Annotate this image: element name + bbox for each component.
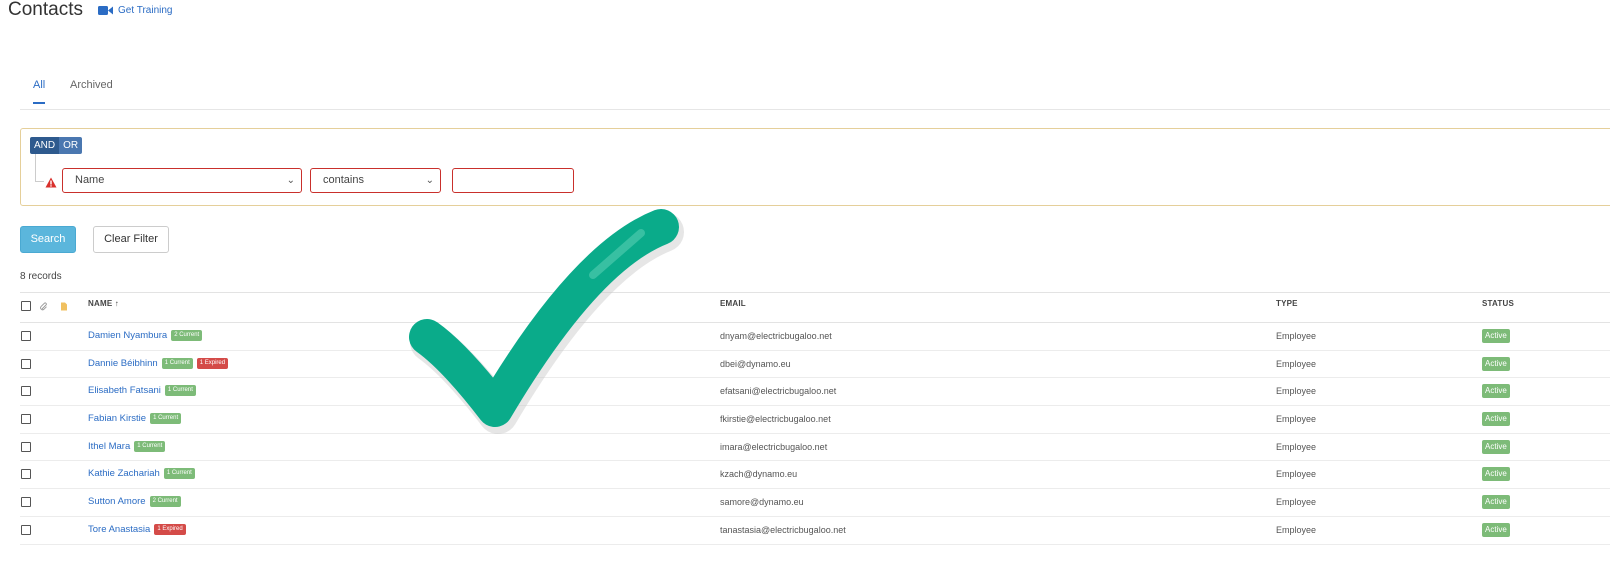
name-cell: Kathie Zachariah 1 Current — [88, 468, 195, 480]
warning-triangle-icon — [45, 175, 57, 193]
column-header-status[interactable]: STATUS — [1482, 299, 1514, 308]
column-header-name[interactable]: NAME ↑ — [88, 299, 119, 308]
get-training-label: Get Training — [118, 5, 173, 16]
document-icon — [60, 298, 68, 316]
table-row[interactable]: Fabian Kirstie 1 Current fkirstie@electric… — [20, 406, 1610, 434]
filter-field-select[interactable]: Name ⌄ — [62, 168, 302, 193]
status-badge: Active — [1482, 439, 1510, 454]
table-row[interactable]: Sutton Amore 2 Current samore@dynamo.eu Emp… — [20, 489, 1610, 517]
chevron-down-icon: ⌄ — [286, 175, 295, 186]
filter-operator-select[interactable]: contains ⌄ — [310, 168, 441, 193]
status-badge: Active — [1482, 495, 1510, 510]
contact-name-link[interactable]: Sutton Amore — [88, 496, 146, 507]
email-cell: dnyam@electricbugaloo.net — [720, 331, 832, 341]
page-title: Contacts — [8, 0, 83, 20]
type-cell: Employee — [1276, 414, 1317, 425]
contact-name-link[interactable]: Dannie Béibhinn — [88, 358, 158, 369]
tab-all[interactable]: All — [33, 79, 46, 104]
current-badge: 1 Current — [161, 357, 193, 369]
filter-builder: AND OR Name ⌄ contains ⌄ — [20, 128, 1610, 206]
status-badge: Active — [1482, 412, 1510, 427]
type-cell: Employee — [1276, 358, 1317, 369]
contact-name-link[interactable]: Fabian Kirstie — [88, 413, 146, 424]
table-row[interactable]: Damien Nyambura 2 Current dnyam@electricbu… — [20, 323, 1610, 351]
filter-value-input[interactable] — [452, 168, 574, 193]
clear-filter-button[interactable]: Clear Filter — [93, 226, 169, 253]
get-training-link[interactable]: Get Training — [98, 5, 172, 16]
row-checkbox[interactable] — [21, 386, 31, 397]
status-badge: Active — [1482, 329, 1510, 343]
table-body: Damien Nyambura 2 Current dnyam@electricbu… — [20, 323, 1610, 545]
name-cell: Sutton Amore 2 Current — [88, 496, 181, 508]
tab-archived[interactable]: Archived — [70, 79, 113, 102]
row-checkbox[interactable] — [21, 497, 31, 508]
type-cell: Employee — [1276, 524, 1317, 535]
records-count: 8 records — [20, 271, 62, 282]
status-badge: Active — [1482, 522, 1510, 537]
email-cell: fkirstie@electricbugaloo.net — [720, 414, 831, 425]
column-header-type[interactable]: TYPE — [1276, 299, 1298, 308]
name-cell: Tore Anastasia 1 Expired — [88, 523, 186, 535]
table-row[interactable]: Kathie Zachariah 1 Current kzach@dynamo.eu… — [20, 461, 1610, 490]
or-button[interactable]: OR — [59, 137, 83, 154]
row-checkbox[interactable] — [21, 441, 31, 452]
contact-name-link[interactable]: Damien Nyambura — [88, 330, 167, 341]
row-checkbox[interactable] — [21, 524, 31, 535]
email-cell: efatsani@electricbugaloo.net — [720, 386, 837, 397]
name-cell: Damien Nyambura 2 Current — [88, 330, 203, 341]
current-badge: 1 Current — [164, 385, 196, 397]
search-button[interactable]: Search — [20, 226, 76, 253]
current-badge: 1 Current — [150, 413, 182, 425]
filter-operator-value: contains — [323, 174, 364, 186]
email-cell: dbei@dynamo.eu — [720, 358, 791, 369]
table-row[interactable]: Elisabeth Fatsani 1 Current efatsani@elect… — [20, 378, 1610, 407]
expired-badge: 1 Expired — [196, 357, 229, 369]
name-cell: Elisabeth Fatsani 1 Current — [88, 385, 196, 397]
type-cell: Employee — [1276, 386, 1317, 397]
contact-name-link[interactable]: Kathie Zachariah — [88, 468, 160, 479]
email-cell: kzach@dynamo.eu — [720, 469, 798, 480]
paperclip-icon — [40, 298, 48, 316]
status-badge: Active — [1482, 356, 1510, 371]
logic-toggle: AND OR — [30, 137, 83, 154]
video-camera-icon — [98, 5, 113, 16]
row-checkbox[interactable] — [21, 469, 31, 480]
type-cell: Employee — [1276, 441, 1317, 452]
filter-field-value: Name — [75, 174, 105, 186]
type-cell: Employee — [1276, 331, 1317, 341]
status-badge: Active — [1482, 467, 1510, 482]
contact-name-link[interactable]: Elisabeth Fatsani — [88, 385, 161, 396]
filter-tree-line — [35, 154, 44, 182]
and-button[interactable]: AND — [30, 137, 60, 154]
row-checkbox[interactable] — [21, 331, 31, 341]
name-cell: Ithel Mara 1 Current — [88, 440, 166, 452]
table-row[interactable]: Tore Anastasia 1 Expired tanastasia@electr… — [20, 517, 1610, 545]
type-cell: Employee — [1276, 469, 1317, 480]
chevron-down-icon: ⌄ — [425, 175, 434, 186]
name-cell: Dannie Béibhinn 1 Current 1 Expired — [88, 357, 229, 369]
contact-name-link[interactable]: Tore Anastasia — [88, 524, 150, 535]
email-cell: tanastasia@electricbugaloo.net — [720, 524, 846, 535]
table-header: NAME ↑ EMAIL TYPE STATUS — [20, 292, 1610, 323]
column-header-email[interactable]: EMAIL — [720, 299, 746, 308]
table-row[interactable]: Dannie Béibhinn 1 Current 1 Expired dbei@dy… — [20, 351, 1610, 379]
contact-name-link[interactable]: Ithel Mara — [88, 441, 130, 452]
current-badge: 2 Current — [171, 330, 203, 341]
status-badge: Active — [1482, 384, 1510, 399]
row-checkbox[interactable] — [21, 358, 31, 369]
type-cell: Employee — [1276, 497, 1317, 508]
expired-badge: 1 Expired — [154, 523, 186, 535]
current-badge: 1 Current — [134, 440, 166, 452]
row-checkbox[interactable] — [21, 414, 31, 425]
select-all-checkbox[interactable] — [21, 301, 31, 311]
email-cell: samore@dynamo.eu — [720, 497, 804, 508]
table-row[interactable]: Ithel Mara 1 Current imara@electricbugaloo… — [20, 434, 1610, 462]
tab-bar: All Archived — [20, 72, 1610, 110]
name-cell: Fabian Kirstie 1 Current — [88, 413, 182, 425]
email-cell: imara@electricbugaloo.net — [720, 441, 828, 452]
current-badge: 2 Current — [149, 496, 181, 508]
current-badge: 1 Current — [163, 468, 195, 480]
contacts-table: NAME ↑ EMAIL TYPE STATUS Damien Nyambura… — [20, 292, 1610, 545]
